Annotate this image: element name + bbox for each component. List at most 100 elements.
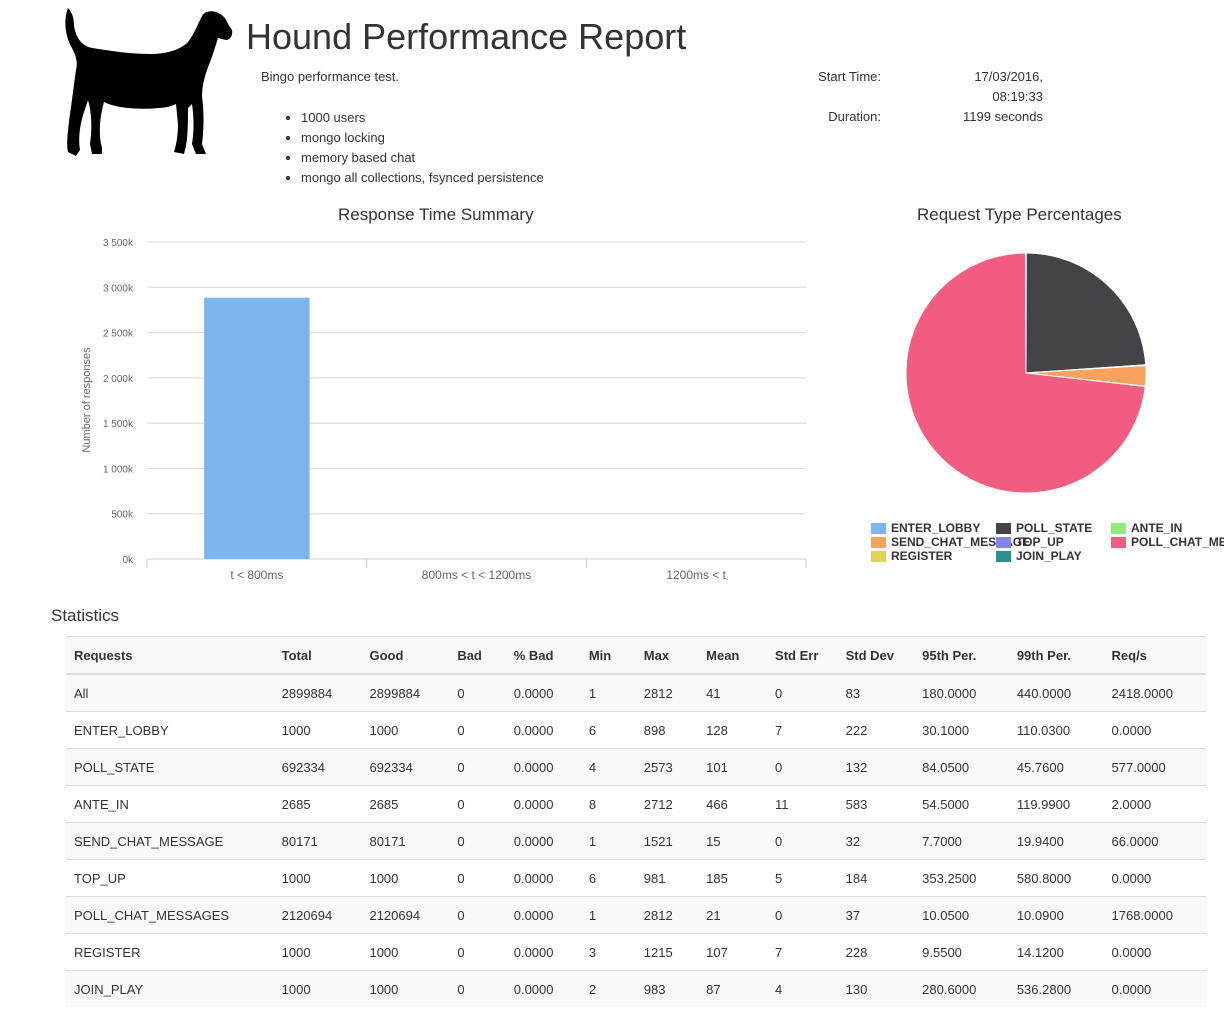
table-cell: 440.0000	[1008, 673, 1104, 712]
table-cell: 84.0500	[914, 748, 1009, 786]
bar-chart-y-tick-label: 2 500k	[103, 329, 134, 340]
table-cell: 15	[698, 822, 768, 860]
legend-item[interactable]: TOP_UP	[996, 535, 1064, 549]
table-cell: 4	[580, 748, 636, 786]
legend-swatch	[1111, 522, 1126, 534]
legend-swatch	[996, 550, 1011, 562]
description-bullet-list: 1000 users mongo locking memory based ch…	[282, 108, 544, 188]
table-cell: 1	[580, 896, 636, 934]
table-cell: 7	[767, 711, 838, 749]
table-cell: 0.0000	[1103, 933, 1206, 971]
table-cell: 7	[767, 933, 838, 971]
bar-chart-bar[interactable]	[204, 297, 310, 559]
table-cell: 41	[698, 673, 768, 712]
table-cell: 577.0000	[1103, 748, 1206, 786]
table-cell: 14.1200	[1008, 933, 1104, 971]
table-cell: 692334	[273, 748, 362, 786]
table-row: ENTER_LOBBY 1000 1000 0 0.0000 6 898 128 7 222 30.…	[66, 711, 1206, 749]
table-cell: 8	[580, 785, 636, 823]
legend-item[interactable]: ENTER_LOBBY	[871, 521, 980, 535]
duration-value: 1199 seconds	[963, 109, 1043, 124]
table-cell: 128	[698, 711, 768, 749]
table-cell: 1000	[273, 859, 362, 897]
legend-label: POLL_CHAT_MESSAGES	[1131, 535, 1224, 549]
bar-chart-y-tick-label: 2 000k	[103, 374, 134, 385]
table-cell: 2573	[635, 748, 699, 786]
table-cell: 80171	[361, 822, 450, 860]
table-cell: 1000	[273, 970, 362, 1007]
table-cell: 1000	[361, 711, 450, 749]
table-cell: 184	[837, 859, 915, 897]
table-cell: 2120694	[273, 896, 362, 934]
table-cell: 536.2800	[1008, 970, 1104, 1007]
request-type-pie-chart	[905, 252, 1147, 494]
table-cell: All	[66, 673, 274, 712]
table-cell: 0	[449, 748, 506, 786]
table-cell: 0.0000	[505, 785, 581, 823]
bar-chart-title: Response Time Summary	[338, 205, 534, 224]
table-cell: 1521	[635, 822, 699, 860]
legend-item[interactable]: POLL_CHAT_MESSAGES	[1111, 535, 1224, 549]
table-row: ANTE_IN 2685 2685 0 0.0000 8 2712 466 11 583 54.50…	[66, 785, 1206, 823]
table-cell: 180.0000	[914, 673, 1009, 712]
table-header-cell: Std Dev	[837, 636, 915, 675]
start-time-value-date: 17/03/2016,	[974, 69, 1043, 84]
table-cell: 2899884	[273, 673, 362, 712]
table-cell: 2	[580, 970, 636, 1007]
legend-label: ANTE_IN	[1131, 521, 1183, 535]
table-header-cell: Total	[273, 636, 362, 675]
table-cell: REGISTER	[66, 933, 274, 971]
table-cell: 37	[837, 896, 915, 934]
table-cell: TOP_UP	[66, 859, 274, 897]
description-bullet: mongo all collections, fsynced persisten…	[301, 168, 544, 188]
table-cell: 66.0000	[1103, 822, 1206, 860]
table-cell: 30.1000	[914, 711, 1009, 749]
bar-chart-y-tick-label: 1 500k	[103, 419, 134, 430]
table-cell: 21	[698, 896, 768, 934]
legend-label: REGISTER	[891, 549, 953, 563]
legend-item[interactable]: REGISTER	[871, 549, 952, 563]
table-header-cell: Mean	[698, 636, 768, 675]
hound-dog-logo-icon	[65, 8, 233, 156]
table-cell: 0	[767, 748, 838, 786]
duration-label: Duration:	[828, 109, 881, 124]
table-header-cell: Requests	[66, 636, 274, 675]
description-bullet: 1000 users	[301, 108, 544, 128]
bar-chart-x-tick-label: 800ms < t < 1200ms	[422, 568, 531, 582]
table-cell: 0	[449, 785, 506, 823]
table-header-cell: Max	[635, 636, 699, 675]
legend-swatch	[996, 522, 1011, 534]
bar-chart-y-tick-label: 0k	[122, 555, 134, 566]
table-cell: 222	[837, 711, 915, 749]
table-cell: 10.0500	[914, 896, 1009, 934]
table-cell: ANTE_IN	[66, 785, 274, 823]
table-cell: 0	[449, 673, 506, 712]
legend-swatch	[996, 536, 1011, 548]
legend-item[interactable]: JOIN_PLAY	[996, 549, 1082, 563]
table-cell: 1768.0000	[1103, 896, 1206, 934]
legend-swatch	[871, 550, 886, 562]
table-cell: 0	[449, 711, 506, 749]
pie-chart-title: Request Type Percentages	[917, 205, 1122, 224]
table-cell: 7.7000	[914, 822, 1009, 860]
table-cell: 2120694	[361, 896, 450, 934]
table-cell: 0.0000	[1103, 970, 1206, 1007]
pie-slice-poll-state[interactable]	[1025, 252, 1147, 374]
table-cell: 107	[698, 933, 768, 971]
table-cell: 3	[580, 933, 636, 971]
table-cell: 54.5000	[914, 785, 1009, 823]
bar-chart-x-tick-label: t < 800ms	[230, 568, 283, 582]
legend-item[interactable]: ANTE_IN	[1111, 521, 1182, 535]
table-cell: 1000	[361, 970, 450, 1007]
table-cell: 280.6000	[914, 970, 1009, 1007]
table-cell: 983	[635, 970, 699, 1007]
table-cell: 2418.0000	[1103, 673, 1206, 712]
table-cell: 0	[767, 673, 838, 712]
table-cell: 2.0000	[1103, 785, 1206, 823]
table-cell: 119.9900	[1008, 785, 1104, 823]
table-cell: 1215	[635, 933, 699, 971]
table-cell: 0.0000	[505, 859, 581, 897]
legend-item[interactable]: POLL_STATE	[996, 521, 1092, 535]
table-cell: 0	[449, 896, 506, 934]
table-cell: 466	[698, 785, 768, 823]
